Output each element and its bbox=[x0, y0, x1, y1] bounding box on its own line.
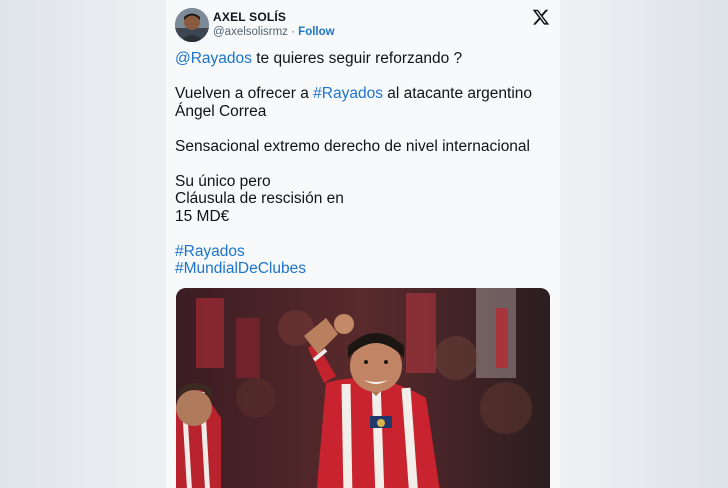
tweet-line-2: Vuelven a ofrecer a #Rayados al atacante… bbox=[175, 85, 551, 120]
tweet-line-2-pre: Vuelven a ofrecer a bbox=[175, 85, 314, 102]
x-logo-icon[interactable] bbox=[532, 8, 550, 26]
tweet-hashtags: #Rayados #MundialDeClubes bbox=[175, 243, 551, 278]
tweet-line-1-text: te quieres seguir reforzando ? bbox=[251, 50, 463, 67]
author-avatar[interactable] bbox=[175, 8, 209, 42]
tweet-media-photo[interactable] bbox=[176, 288, 550, 488]
author-handle-line: @axelsolisrmz · Follow bbox=[213, 26, 335, 38]
tweet-text: @Rayados te quieres seguir reforzando ? … bbox=[175, 50, 551, 278]
hashtag-link-mundial[interactable]: #MundialDeClubes bbox=[175, 260, 306, 277]
page-background-left bbox=[0, 0, 170, 488]
author-display-name[interactable]: AXEL SOLÍS bbox=[213, 10, 286, 24]
player-celebration-image bbox=[176, 288, 550, 488]
tweet-header: AXEL SOLÍS @axelsolisrmz · Follow bbox=[166, 0, 560, 48]
tweet-line-4: Su único pero Cláusula de rescisión en 1… bbox=[175, 172, 344, 225]
follow-button[interactable]: Follow bbox=[298, 26, 334, 38]
hashtag-link-rayados[interactable]: #Rayados bbox=[175, 243, 245, 260]
tweet-line-1: @Rayados te quieres seguir reforzando ? bbox=[175, 50, 551, 68]
page-background-right bbox=[560, 0, 728, 488]
author-handle[interactable]: @axelsolisrmz bbox=[213, 26, 288, 38]
mention-link[interactable]: @Rayados bbox=[175, 50, 252, 67]
avatar-image bbox=[175, 8, 209, 42]
tweet-line-3: Sensacional extremo derecho de nivel int… bbox=[175, 137, 530, 155]
tweet-card[interactable]: AXEL SOLÍS @axelsolisrmz · Follow @Rayad… bbox=[166, 0, 560, 488]
hashtag-link-inline[interactable]: #Rayados bbox=[313, 85, 383, 102]
handle-separator: · bbox=[287, 26, 299, 38]
